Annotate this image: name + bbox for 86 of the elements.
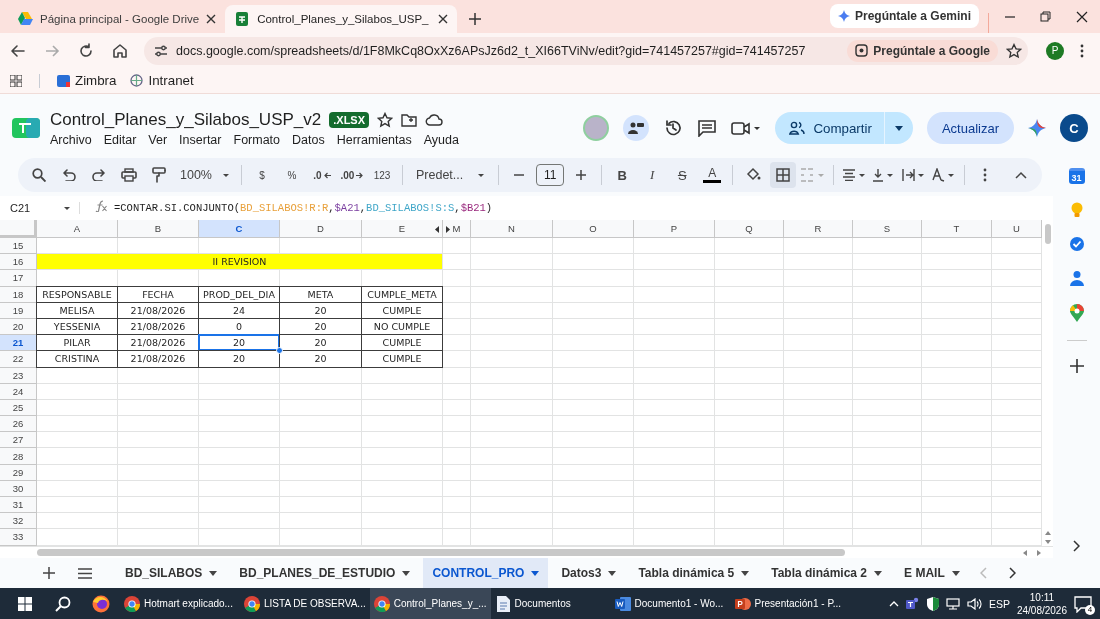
table-cell[interactable]: CRISTINA [36,350,118,368]
menu-item[interactable]: Datos [292,132,325,147]
bold-button[interactable]: B [609,162,636,188]
row-header[interactable]: 22 [0,351,37,368]
table-cell[interactable]: 20 [198,350,280,368]
menu-item[interactable]: Ver [148,132,168,147]
taskbar-app[interactable]: Documentos [490,588,611,619]
number-format-button[interactable]: 123 [369,162,395,188]
column-header[interactable]: C [199,220,280,238]
increase-decimals-button[interactable]: .00 [339,162,365,188]
taskbar-app[interactable]: Hotmart explicado... [120,588,240,619]
gemini-button[interactable]: Pregúntale a Gemini [829,4,979,28]
column-header[interactable]: N [471,220,553,238]
menu-item[interactable]: Insertar [179,132,222,147]
menu-item[interactable]: Herramientas [336,132,412,147]
taskbar-app[interactable]: LISTA DE OBSERVA... [240,588,370,619]
taskbar-app[interactable]: Documento1 - Wo... [610,588,731,619]
column-header[interactable]: T [922,220,992,238]
sheet-tab[interactable]: E MAIL [895,558,962,588]
profile-avatar[interactable]: P [1046,41,1064,60]
bookmark[interactable]: Intranet [130,73,194,88]
row-header[interactable]: 15 [0,238,37,255]
language-indicator[interactable]: ESP [988,597,1010,610]
column-header[interactable]: R [784,220,853,238]
row-header[interactable]: 16 [0,254,37,271]
table-cell[interactable]: CUMPLE [361,350,443,368]
row-header[interactable]: 33 [0,529,37,546]
table-cell[interactable]: PROD_DEL_DIA [198,285,280,303]
ask-google-button[interactable]: Pregúntale a Google [847,39,998,62]
strikethrough-button[interactable]: S [669,162,696,188]
column-header[interactable]: E [362,220,443,238]
zoom-dropdown[interactable]: 100% [176,162,234,188]
account-avatar[interactable]: C [1060,114,1088,142]
column-header[interactable]: U [992,220,1042,238]
italic-button[interactable]: I [639,162,666,188]
calendar-icon[interactable]: 31 [1068,168,1085,184]
bookmark[interactable]: Zimbra [57,73,117,88]
row-header[interactable]: 32 [0,513,37,530]
sheet-tab[interactable]: Datos3 [552,558,626,588]
column-header[interactable]: S [853,220,922,238]
menu-item[interactable]: Formato [233,132,281,147]
formula-field[interactable]: =CONTAR.SI.CONJUNTO(BD_SILABOS!R:R,$A21,BD_SILABOS!S:S,$B21) [114,202,493,214]
currency-button[interactable]: $ [249,162,275,188]
sheet-tab[interactable]: Tabla dinámica 2 [762,558,892,588]
menu-item[interactable]: Editar [103,132,137,147]
notification-count: 4 [1085,604,1095,615]
table-cell[interactable]: RESPONSABLE [36,285,118,303]
taskbar-app[interactable]: Control_Planes_y_... [369,588,491,619]
taskbar-app[interactable]: Presentación1 - P... [730,588,851,619]
sheet-tab[interactable]: CONTROL_PRO [423,558,549,588]
column-header[interactable]: D [280,220,362,238]
column-header[interactable]: Q [715,220,784,238]
row-header[interactable]: 21 [0,335,37,352]
font-size-field[interactable]: 11 [536,164,565,186]
browser-tab[interactable]: Página principal - Google Drive [8,5,226,33]
row-header[interactable]: 26 [0,416,37,433]
column-header[interactable]: M [443,220,471,238]
sheet-tab[interactable]: BD_PLANES_DE_ESTUDIO [230,558,420,588]
update-button[interactable]: Actualizar [926,112,1014,144]
table-cell[interactable]: 20 [198,334,280,352]
url-text: docs.google.com/spreadsheets/d/1F8MkCq8OxXz6APsJz6d2_t_XI66TViNv/edit?gid=741457257#gid=741457257 [176,43,807,58]
menu-item[interactable]: Ayuda [423,132,459,147]
sheet-tab[interactable]: BD_SILABOS [116,558,227,588]
row-header[interactable]: 27 [0,432,37,449]
font-dropdown[interactable]: Predet... [410,162,492,188]
row-header[interactable]: 28 [0,448,37,465]
column-header[interactable]: A [37,220,118,238]
cell-reference-box[interactable]: C21 [0,202,80,214]
row-header[interactable]: 17 [0,270,37,287]
clock-date[interactable]: 24/08/2026 [1016,603,1067,617]
clock-time[interactable]: 10:11 [1029,590,1055,604]
row-header[interactable]: 31 [0,497,37,514]
table-cell[interactable]: CUMPLE_META [361,285,443,303]
decrease-decimals-button[interactable]: .0 [309,162,335,188]
document-title[interactable]: Control_Planes_y_Silabos_USP_v2 [50,109,322,130]
menu-item[interactable]: Archivo [50,132,92,147]
column-header[interactable]: P [634,220,715,238]
column-header[interactable]: O [553,220,634,238]
percent-button[interactable]: % [279,162,305,188]
text-color-button[interactable]: A [699,162,726,188]
address-bar[interactable]: docs.google.com/spreadsheets/d/1F8MkCq8OxXz6APsJz6d2_t_XI66TViNv/edit?gid=741457257#gid=741457257 Pregúntale a Google [144,36,1028,65]
merged-cell: II REVISION [37,254,443,271]
column-header[interactable]: B [118,220,199,238]
file-type-badge: .XLSX [329,111,370,128]
sheet-tab[interactable]: Tabla dinámica 5 [629,558,759,588]
browser-tab[interactable]: Control_Planes_y_Silabos_USP_ [225,5,457,33]
